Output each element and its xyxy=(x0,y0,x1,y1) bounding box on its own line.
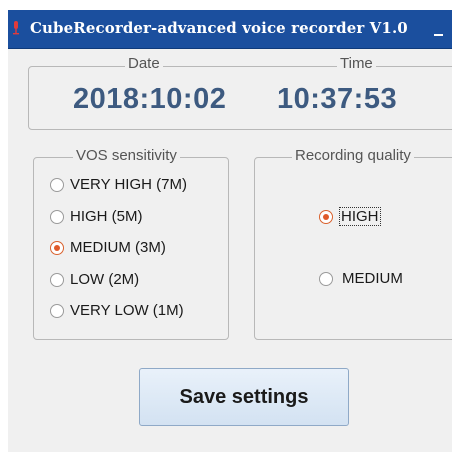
quality-option-medium-label[interactable]: MEDIUM xyxy=(342,270,403,288)
minimize-button[interactable] xyxy=(434,34,443,36)
time-value: 10:37:53 xyxy=(277,83,398,115)
recording-quality-legend: Recording quality xyxy=(292,147,414,165)
save-settings-button[interactable]: Save settings xyxy=(139,368,349,426)
vos-sensitivity-legend: VOS sensitivity xyxy=(73,147,180,165)
quality-option-medium-radio[interactable] xyxy=(319,272,333,286)
date-label: Date xyxy=(125,55,163,73)
main-window: CubeRecorder-advanced voice recorder V1.… xyxy=(8,10,452,452)
vos-option-very-high-label[interactable]: VERY HIGH (7M) xyxy=(70,176,187,194)
quality-option-high-label[interactable]: HIGH xyxy=(339,207,381,226)
title-bar[interactable]: CubeRecorder-advanced voice recorder V1.… xyxy=(8,10,452,49)
vos-option-very-low-radio[interactable] xyxy=(50,304,64,318)
recording-quality-group xyxy=(254,157,452,340)
vos-option-very-low-label[interactable]: VERY LOW (1M) xyxy=(70,302,184,320)
focus-rectangle: HIGH xyxy=(339,207,381,226)
time-label: Time xyxy=(337,55,376,73)
vos-option-medium-radio[interactable] xyxy=(50,241,64,255)
app-icon xyxy=(13,21,19,35)
vos-option-low-label[interactable]: LOW (2M) xyxy=(70,271,139,289)
window-title: CubeRecorder-advanced voice recorder V1.… xyxy=(30,19,408,37)
vos-option-high-label[interactable]: HIGH (5M) xyxy=(70,208,143,226)
vos-option-high-radio[interactable] xyxy=(50,210,64,224)
quality-option-high-radio[interactable] xyxy=(319,210,333,224)
vos-option-medium-label[interactable]: MEDIUM (3M) xyxy=(70,239,166,257)
vos-option-low-radio[interactable] xyxy=(50,273,64,287)
vos-option-very-high-radio[interactable] xyxy=(50,178,64,192)
date-value: 2018:10:02 xyxy=(73,83,227,115)
